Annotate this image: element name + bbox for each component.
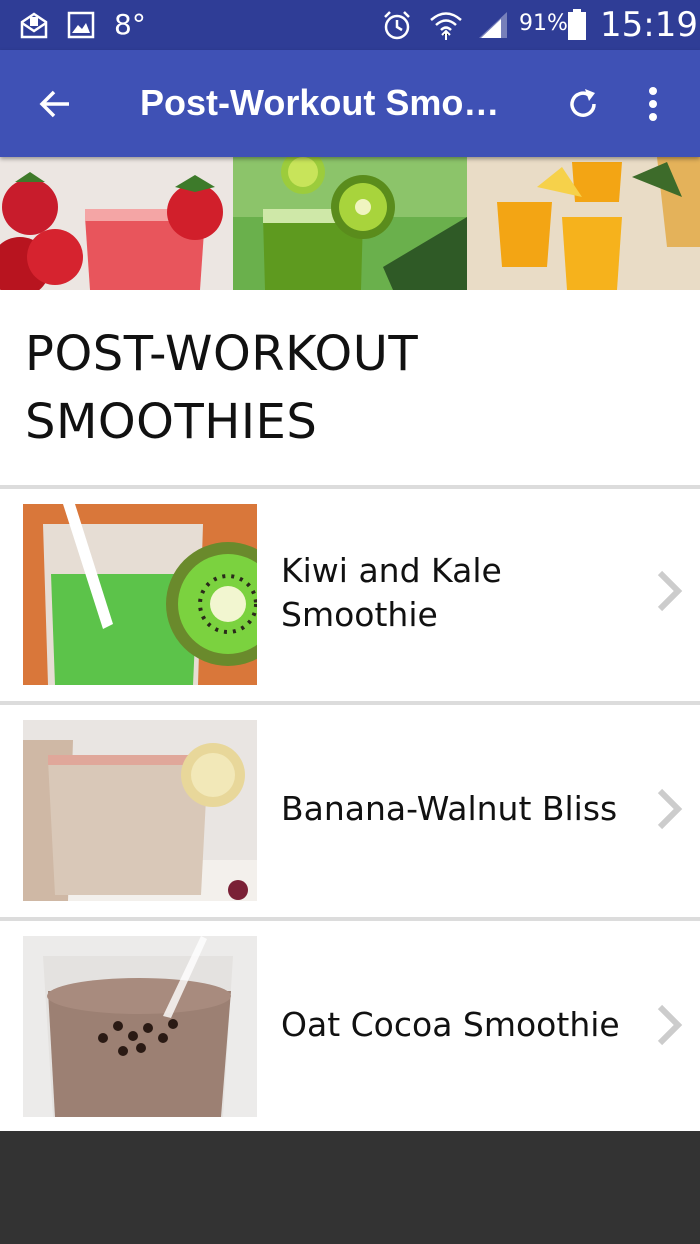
- signal-icon: [476, 9, 510, 41]
- refresh-icon: [570, 89, 596, 117]
- email-icon: [18, 9, 50, 41]
- banana-walnut-thumbnail: [23, 720, 257, 901]
- pineapple-smoothie-image: [467, 157, 700, 290]
- clock: 15:19: [600, 5, 698, 45]
- list-item[interactable]: Kiwi and Kale Smoothie: [0, 489, 700, 701]
- status-bar: 8° 91% 15:19: [0, 0, 700, 50]
- list-item-label: Kiwi and Kale Smoothie: [281, 549, 651, 637]
- kiwi-kale-thumbnail: [23, 504, 257, 685]
- list-item[interactable]: Banana-Walnut Bliss: [0, 705, 700, 917]
- bottom-bar: [0, 1131, 700, 1244]
- back-arrow-icon: [39, 90, 69, 118]
- wifi-icon: [428, 9, 464, 41]
- battery-percent: 91%: [519, 11, 568, 36]
- more-options-button[interactable]: [626, 77, 680, 131]
- page-heading-line1: POST-WORKOUT: [25, 326, 419, 382]
- gallery-icon: [66, 9, 96, 41]
- kiwi-smoothie-image: [233, 157, 467, 290]
- more-vert-icon: [649, 87, 657, 121]
- temperature-label: 8°: [114, 8, 146, 41]
- page-heading: POST-WORKOUT SMOOTHIES: [25, 320, 665, 456]
- page-heading-line2: SMOOTHIES: [25, 394, 318, 450]
- list-item-label-line2: Smoothie: [281, 595, 438, 634]
- app-bar: Post-Workout Smoo…: [0, 50, 700, 157]
- chevron-right-icon: [657, 570, 683, 612]
- app-title: Post-Workout Smoo…: [140, 82, 520, 123]
- strawberry-smoothie-image: [0, 157, 233, 290]
- hero-banner: [0, 157, 700, 290]
- back-button[interactable]: [28, 77, 82, 131]
- list-item-label: Oat Cocoa Smoothie: [281, 1005, 620, 1044]
- list-item-label-line1: Kiwi and Kale: [281, 551, 502, 590]
- oat-cocoa-thumbnail: [23, 936, 257, 1117]
- alarm-icon: [380, 9, 414, 41]
- chevron-right-icon: [657, 1004, 683, 1046]
- chevron-right-icon: [657, 788, 683, 830]
- battery-icon: [566, 9, 588, 41]
- list-item[interactable]: Oat Cocoa Smoothie: [0, 921, 700, 1133]
- refresh-button[interactable]: [556, 77, 610, 131]
- list-item-label: Banana-Walnut Bliss: [281, 789, 618, 828]
